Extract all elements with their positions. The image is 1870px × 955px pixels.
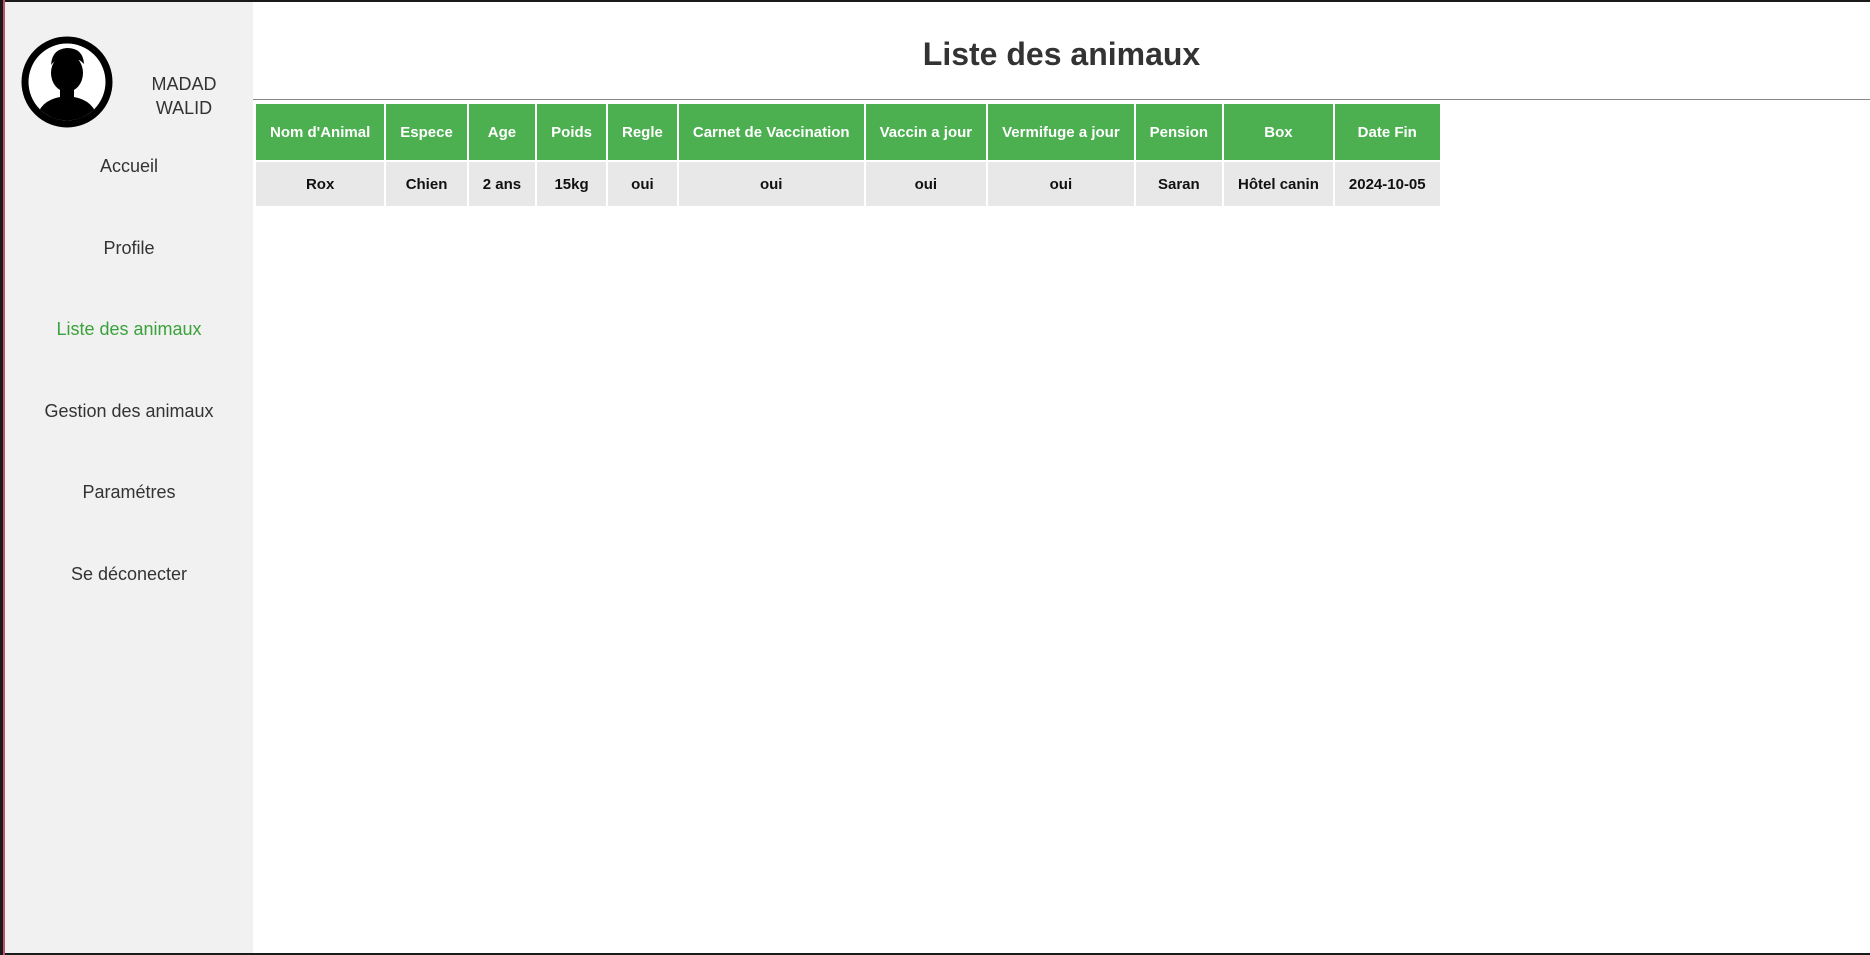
main-content: Liste des animaux Nom d'Animal Espece Ag… — [253, 2, 1870, 953]
column-header-box: Box — [1224, 104, 1333, 160]
column-header-nom-animal: Nom d'Animal — [256, 104, 385, 160]
user-first-name: MADAD — [151, 74, 217, 94]
sidebar-item-se-deconecter[interactable]: Se déconecter — [5, 556, 253, 638]
sidebar-item-gestion-des-animaux[interactable]: Gestion des animaux — [5, 393, 253, 475]
title-divider — [253, 99, 1870, 100]
page-title: Liste des animaux — [922, 36, 1201, 72]
column-header-poids: Poids — [537, 104, 606, 160]
sidebar-nav: Accueil Profile Liste des animaux Gestio… — [5, 148, 253, 637]
cell-poids: 15kg — [537, 162, 606, 206]
table-row: Rox Chien 2 ans 15kg oui oui oui oui Sar… — [256, 162, 1440, 206]
sidebar-item-profile[interactable]: Profile — [5, 230, 253, 312]
cell-nom-animal: Rox — [256, 162, 385, 206]
sidebar-item-parametres[interactable]: Paramétres — [5, 474, 253, 556]
column-header-pension: Pension — [1135, 104, 1223, 160]
user-silhouette-icon — [21, 36, 113, 128]
animals-table: Nom d'Animal Espece Age Poids Regle Carn… — [254, 102, 1442, 208]
column-header-regle: Regle — [608, 104, 677, 160]
column-header-age: Age — [468, 104, 536, 160]
cell-box: Hôtel canin — [1224, 162, 1333, 206]
column-header-date-fin: Date Fin — [1334, 104, 1440, 160]
cell-espece: Chien — [386, 162, 467, 206]
user-name: MADAD WALID — [120, 72, 248, 120]
cell-regle: oui — [608, 162, 677, 206]
cell-pension: Saran — [1135, 162, 1223, 206]
column-header-espece: Espece — [386, 104, 467, 160]
sidebar: MADAD WALID Accueil Profile Liste des an… — [5, 2, 253, 953]
column-header-vaccin-a-jour: Vaccin a jour — [865, 104, 987, 160]
user-last-name: WALID — [155, 98, 213, 118]
cell-carnet-vaccination: oui — [678, 162, 864, 206]
sidebar-item-accueil[interactable]: Accueil — [5, 148, 253, 230]
table-header-row: Nom d'Animal Espece Age Poids Regle Carn… — [256, 104, 1440, 160]
column-header-vermifuge-a-jour: Vermifuge a jour — [988, 104, 1134, 160]
user-profile: MADAD WALID — [20, 32, 248, 132]
cell-vermifuge-a-jour: oui — [988, 162, 1134, 206]
column-header-carnet-vaccination: Carnet de Vaccination — [678, 104, 864, 160]
cell-age: 2 ans — [468, 162, 536, 206]
sidebar-item-liste-des-animaux[interactable]: Liste des animaux — [5, 311, 253, 393]
cell-date-fin: 2024-10-05 — [1334, 162, 1440, 206]
cell-vaccin-a-jour: oui — [865, 162, 987, 206]
